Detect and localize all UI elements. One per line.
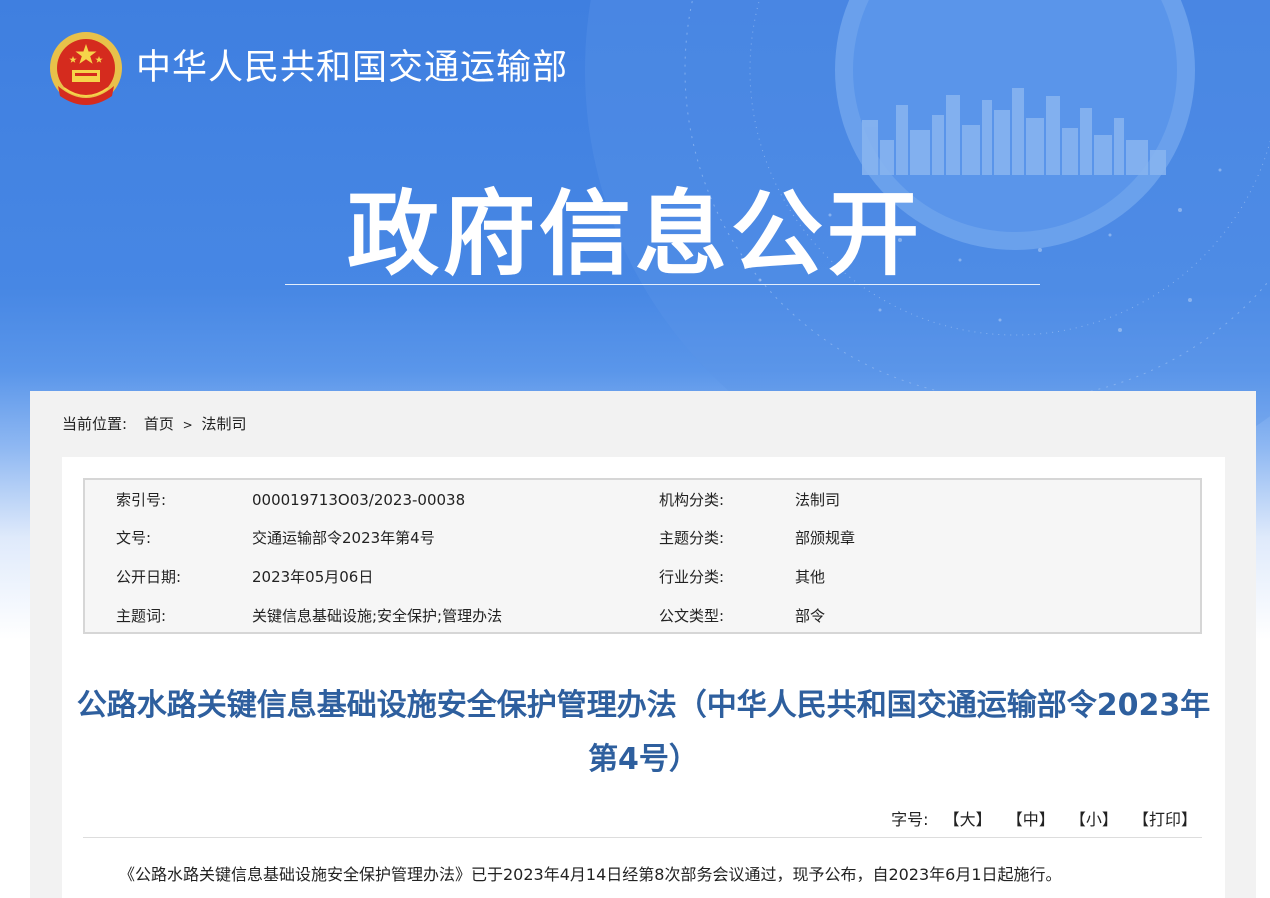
metadata-label: 机构分类:: [659, 491, 725, 509]
metadata-label: 公开日期:: [116, 568, 182, 586]
article-title: 公路水路关键信息基础设施安全保护管理办法（中华人民共和国交通运输部令2023年第…: [76, 688, 1211, 777]
metadata-value: 关键信息基础设施;安全保护;管理办法: [252, 607, 503, 625]
section-title: 政府信息公开: [346, 181, 923, 288]
metadata-value: 其他: [795, 568, 826, 586]
metadata-label: 索引号:: [116, 491, 167, 509]
metadata-value: 法制司: [795, 491, 841, 509]
metadata-row-document-number: 文号: 交通运输部令2023年第4号 主题分类: 部颁规章: [85, 527, 1200, 549]
title-underline: [285, 284, 1040, 285]
metadata-label: 文号:: [116, 529, 152, 547]
article-body-paragraph: 《公路水路关键信息基础设施安全保护管理办法》已于2023年4月14日经第8次部务…: [119, 865, 1062, 884]
metadata-label: 公文类型:: [659, 607, 725, 625]
breadcrumb-prefix: 当前位置:: [62, 415, 128, 433]
article-container: 索引号: 000019713O03/2023-00038 机构分类: 法制司 文…: [62, 457, 1225, 898]
metadata-label: 行业分类:: [659, 568, 725, 586]
metadata-value: 2023年05月06日: [252, 568, 374, 586]
metadata-value: 部令: [795, 607, 826, 625]
print-button[interactable]: 【打印】: [1133, 810, 1197, 829]
metadata-value: 交通运输部令2023年第4号: [252, 529, 435, 547]
font-size-medium-button[interactable]: 【中】: [1007, 810, 1055, 829]
font-size-toolbar: 字号: 【大】 【中】 【小】 【打印】: [891, 809, 1197, 831]
metadata-label: 主题分类:: [659, 529, 725, 547]
breadcrumb: 当前位置: 首页 > 法制司: [62, 413, 247, 436]
breadcrumb-separator: >: [182, 418, 193, 432]
document-metadata-table: 索引号: 000019713O03/2023-00038 机构分类: 法制司 文…: [83, 478, 1202, 634]
font-size-small-button[interactable]: 【小】: [1070, 810, 1118, 829]
font-size-label: 字号:: [891, 810, 929, 829]
metadata-value: 000019713O03/2023-00038: [252, 491, 466, 509]
ministry-name[interactable]: 中华人民共和国交通运输部: [136, 46, 568, 90]
metadata-label: 主题词:: [116, 607, 167, 625]
breadcrumb-home-link[interactable]: 首页: [144, 415, 174, 433]
content-divider: [83, 837, 1202, 838]
metadata-value: 部颁规章: [795, 529, 856, 547]
national-emblem-logo: [50, 32, 122, 105]
metadata-row-index: 索引号: 000019713O03/2023-00038 机构分类: 法制司: [85, 489, 1200, 511]
content-panel: 当前位置: 首页 > 法制司 索引号: 000019713O03/2023-00…: [30, 391, 1256, 898]
metadata-row-publish-date: 公开日期: 2023年05月06日 行业分类: 其他: [85, 566, 1200, 588]
font-size-large-button[interactable]: 【大】: [944, 810, 992, 829]
metadata-row-keywords: 主题词: 关键信息基础设施;安全保护;管理办法 公文类型: 部令: [85, 605, 1200, 627]
breadcrumb-current-link[interactable]: 法制司: [201, 415, 246, 433]
